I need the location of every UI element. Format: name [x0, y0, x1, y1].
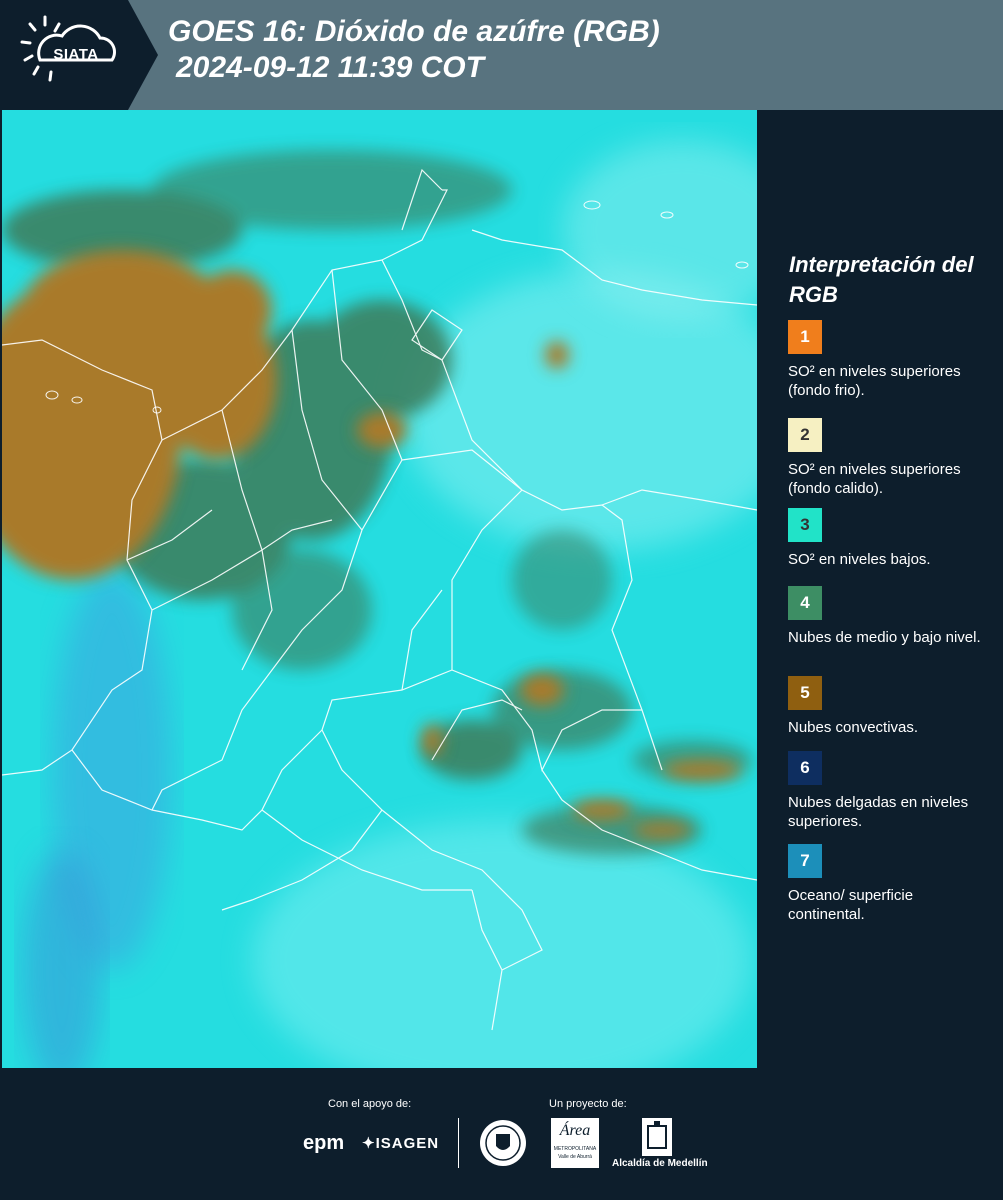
legend-swatch-1: 1 — [788, 320, 822, 354]
alcaldia-logo-text: Alcaldía de Medellín — [612, 1158, 708, 1169]
isagen-text: ISAGEN — [375, 1135, 440, 1152]
legend-swatch-7: 7 — [788, 844, 822, 878]
legend-item-6: 6 Nubes delgadas en niveles superiores. — [788, 751, 988, 831]
header-bar: SIATA GOES 16: Dióxido de azúfre (RGB) 2… — [0, 0, 1003, 110]
area-logo-sub1: METROPOLITANA — [553, 1146, 597, 1152]
support-label: Con el apoyo de: — [328, 1098, 412, 1110]
legend-item-4: 4 Nubes de medio y bajo nivel. — [788, 586, 988, 647]
area-logo-word: Área — [559, 1122, 591, 1139]
legend-text-6: Nubes delgadas en niveles superiores. — [788, 794, 969, 830]
satellite-rgb-map — [2, 110, 757, 1068]
siata-logo-text: SIATA — [53, 46, 99, 63]
isagen-logo: ✦ISAGEN — [362, 1134, 439, 1152]
siata-logo: SIATA — [0, 0, 160, 110]
legend-text-1: SO² en niveles superiores (fondo frio). — [788, 363, 961, 399]
legend-text-3: SO² en niveles bajos. — [788, 551, 931, 568]
title-datetime: 2024-09-12 11:39 COT — [176, 51, 484, 84]
legend-item-3: 3 SO² en niveles bajos. — [788, 508, 988, 569]
area-metropolitana-logo: Área METROPOLITANA Valle de Aburrá — [551, 1118, 599, 1168]
legend-item-5: 5 Nubes convectivas. — [788, 676, 988, 737]
footer: Con el apoyo de: Un proyecto de: epm ✦IS… — [0, 1068, 1003, 1200]
map-imagery — [2, 110, 757, 1068]
legend-text-4: Nubes de medio y bajo nivel. — [788, 629, 981, 646]
legend-item-1: 1 SO² en niveles superiores (fondo frio)… — [788, 320, 988, 400]
legend-panel: Interpretación del RGB 1 SO² en niveles … — [760, 110, 1003, 1068]
legend-title: Interpretación del RGB — [789, 252, 974, 307]
alcaldia-coat-of-arms-icon — [642, 1118, 672, 1156]
page-title: GOES 16: Dióxido de azúfre (RGB) 2024-09… — [168, 14, 660, 86]
medellin-seal-icon — [480, 1120, 526, 1166]
legend-swatch-2: 2 — [788, 418, 822, 452]
legend-item-2: 2 SO² en niveles superiores (fondo calid… — [788, 418, 988, 516]
legend-swatch-4: 4 — [788, 586, 822, 620]
legend-swatch-5: 5 — [788, 676, 822, 710]
project-label: Un proyecto de: — [549, 1098, 627, 1110]
legend-item-7: 7 Oceano/ superficie continental. — [788, 844, 988, 924]
area-logo-sub2: Valle de Aburrá — [558, 1154, 592, 1160]
legend-text-7: Oceano/ superficie continental. — [788, 887, 914, 923]
epm-logo: epm — [303, 1132, 345, 1154]
legend-text-5: Nubes convectivas. — [788, 719, 919, 736]
legend-swatch-3: 3 — [788, 508, 822, 542]
title-product: GOES 16: Dióxido de azúfre (RGB) — [168, 15, 660, 48]
isagen-icon: ✦ — [362, 1135, 376, 1152]
footer-divider — [458, 1118, 459, 1168]
legend-swatch-6: 6 — [788, 751, 822, 785]
